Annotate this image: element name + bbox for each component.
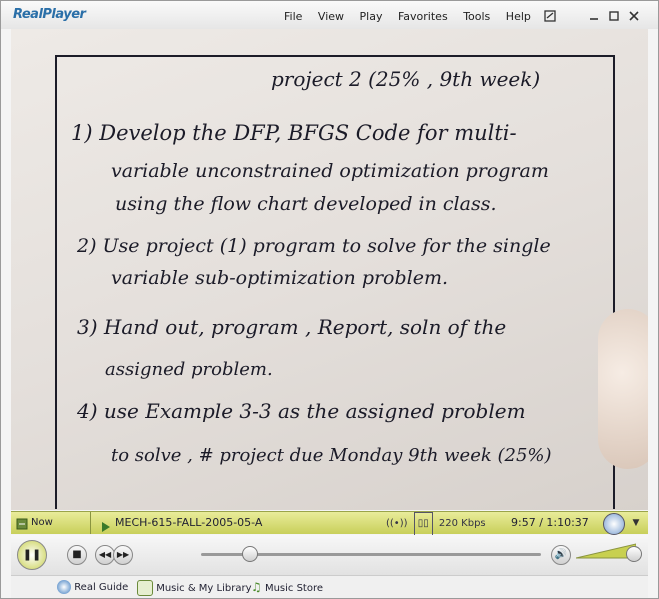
next-button[interactable]: ▶▶ — [113, 545, 133, 565]
video-text-line: 3) Hand out, program , Report, soln of t… — [77, 315, 507, 339]
menu-play[interactable]: Play — [360, 10, 383, 23]
real-guide-label: Real Guide — [74, 582, 129, 593]
maximize-icon[interactable] — [607, 9, 621, 23]
video-text-line: assigned problem. — [105, 359, 273, 380]
video-frame: project 2 (25% , 9th week) 1) Develop th… — [11, 29, 648, 510]
audio-visual-icon[interactable] — [603, 513, 625, 535]
real-guide-icon — [57, 580, 71, 594]
video-text-line: to solve , # project due Monday 9th week… — [111, 445, 552, 466]
video-text-line: 4) use Example 3-3 as the assigned probl… — [77, 399, 526, 423]
bottom-bar: Real Guide Music & My Library ♫ Music St… — [11, 575, 648, 598]
video-text-line: 1) Develop the DFP, BFGS Code for multi- — [71, 121, 517, 145]
playback-controls: ❚❚ ■ ◀◀ ▶▶ 🔊 — [11, 535, 648, 575]
music-store-label: Music Store — [264, 583, 324, 594]
previous-button[interactable]: ◀◀ — [95, 545, 115, 565]
video-text-line: 2) Use project (1) program to solve for … — [77, 235, 551, 257]
now-playing-tab[interactable]: Now Playing — [11, 512, 91, 550]
menu-help[interactable]: Help — [506, 10, 531, 23]
video-area[interactable]: project 2 (25% , 9th week) 1) Develop th… — [11, 29, 648, 510]
clip-title: MECH-615-FALL-2005-05-A — [115, 516, 263, 529]
bitrate-label: 220 Kbps — [438, 518, 486, 529]
library-icon — [137, 580, 153, 596]
dropdown-icon[interactable]: ▼ — [628, 514, 644, 532]
hand-image — [598, 309, 648, 469]
menu-view[interactable]: View — [318, 10, 344, 23]
music-store-link[interactable]: ♫ Music Store — [251, 580, 323, 594]
app-logo-text: RealPlayer — [13, 7, 86, 22]
menu-tools[interactable]: Tools — [463, 10, 490, 23]
video-text-line: variable sub-optimization problem. — [111, 267, 449, 289]
music-note-icon: ♫ — [251, 580, 262, 594]
signal-icon: ((•)) — [386, 518, 408, 529]
time-display: 9:57 / 1:10:37 — [511, 516, 589, 529]
video-text-line: using the flow chart developed in class. — [115, 193, 497, 215]
stop-button[interactable]: ■ — [67, 545, 87, 565]
bitrate-display: ((•)) ▯▯ 220 Kbps — [386, 512, 486, 536]
volume-button[interactable]: 🔊 — [551, 545, 571, 565]
speaker-icon: 🔊 — [554, 549, 568, 560]
minimize-icon[interactable] — [587, 9, 601, 23]
music-library-label: Music & My Library — [156, 583, 252, 594]
clip-info: MECH-615-FALL-2005-05-A — [99, 512, 262, 534]
volume-slider-thumb[interactable] — [626, 546, 642, 562]
menu-favorites[interactable]: Favorites — [398, 10, 448, 23]
music-library-link[interactable]: Music & My Library — [137, 580, 252, 596]
seek-slider-thumb[interactable] — [241, 546, 258, 562]
pause-button[interactable]: ❚❚ — [17, 540, 47, 570]
title-bar: RealPlayer File View Play Favorites Tool… — [1, 1, 658, 29]
menu-file[interactable]: File — [284, 10, 302, 23]
toggle-mode-icon[interactable] — [543, 9, 557, 23]
stop-icon: ■ — [72, 549, 82, 560]
close-icon[interactable] — [627, 9, 641, 23]
pause-icon: ❚❚ — [22, 548, 42, 561]
video-text-line: project 2 (25% , 9th week) — [271, 67, 541, 91]
status-bar: Now Playing MECH-615-FALL-2005-05-A ((•)… — [11, 511, 648, 550]
app-logo: RealPlayer — [13, 7, 86, 22]
video-text-line: variable unconstrained optimization prog… — [111, 160, 549, 182]
buffer-icon: ▯▯ — [413, 512, 433, 536]
menu-bar: File View Play Favorites Tools Help — [284, 10, 543, 23]
real-guide-link[interactable]: Real Guide — [57, 580, 128, 594]
realplayer-window: RealPlayer File View Play Favorites Tool… — [0, 0, 659, 599]
next-icon: ▶▶ — [116, 550, 130, 559]
previous-icon: ◀◀ — [98, 550, 112, 559]
